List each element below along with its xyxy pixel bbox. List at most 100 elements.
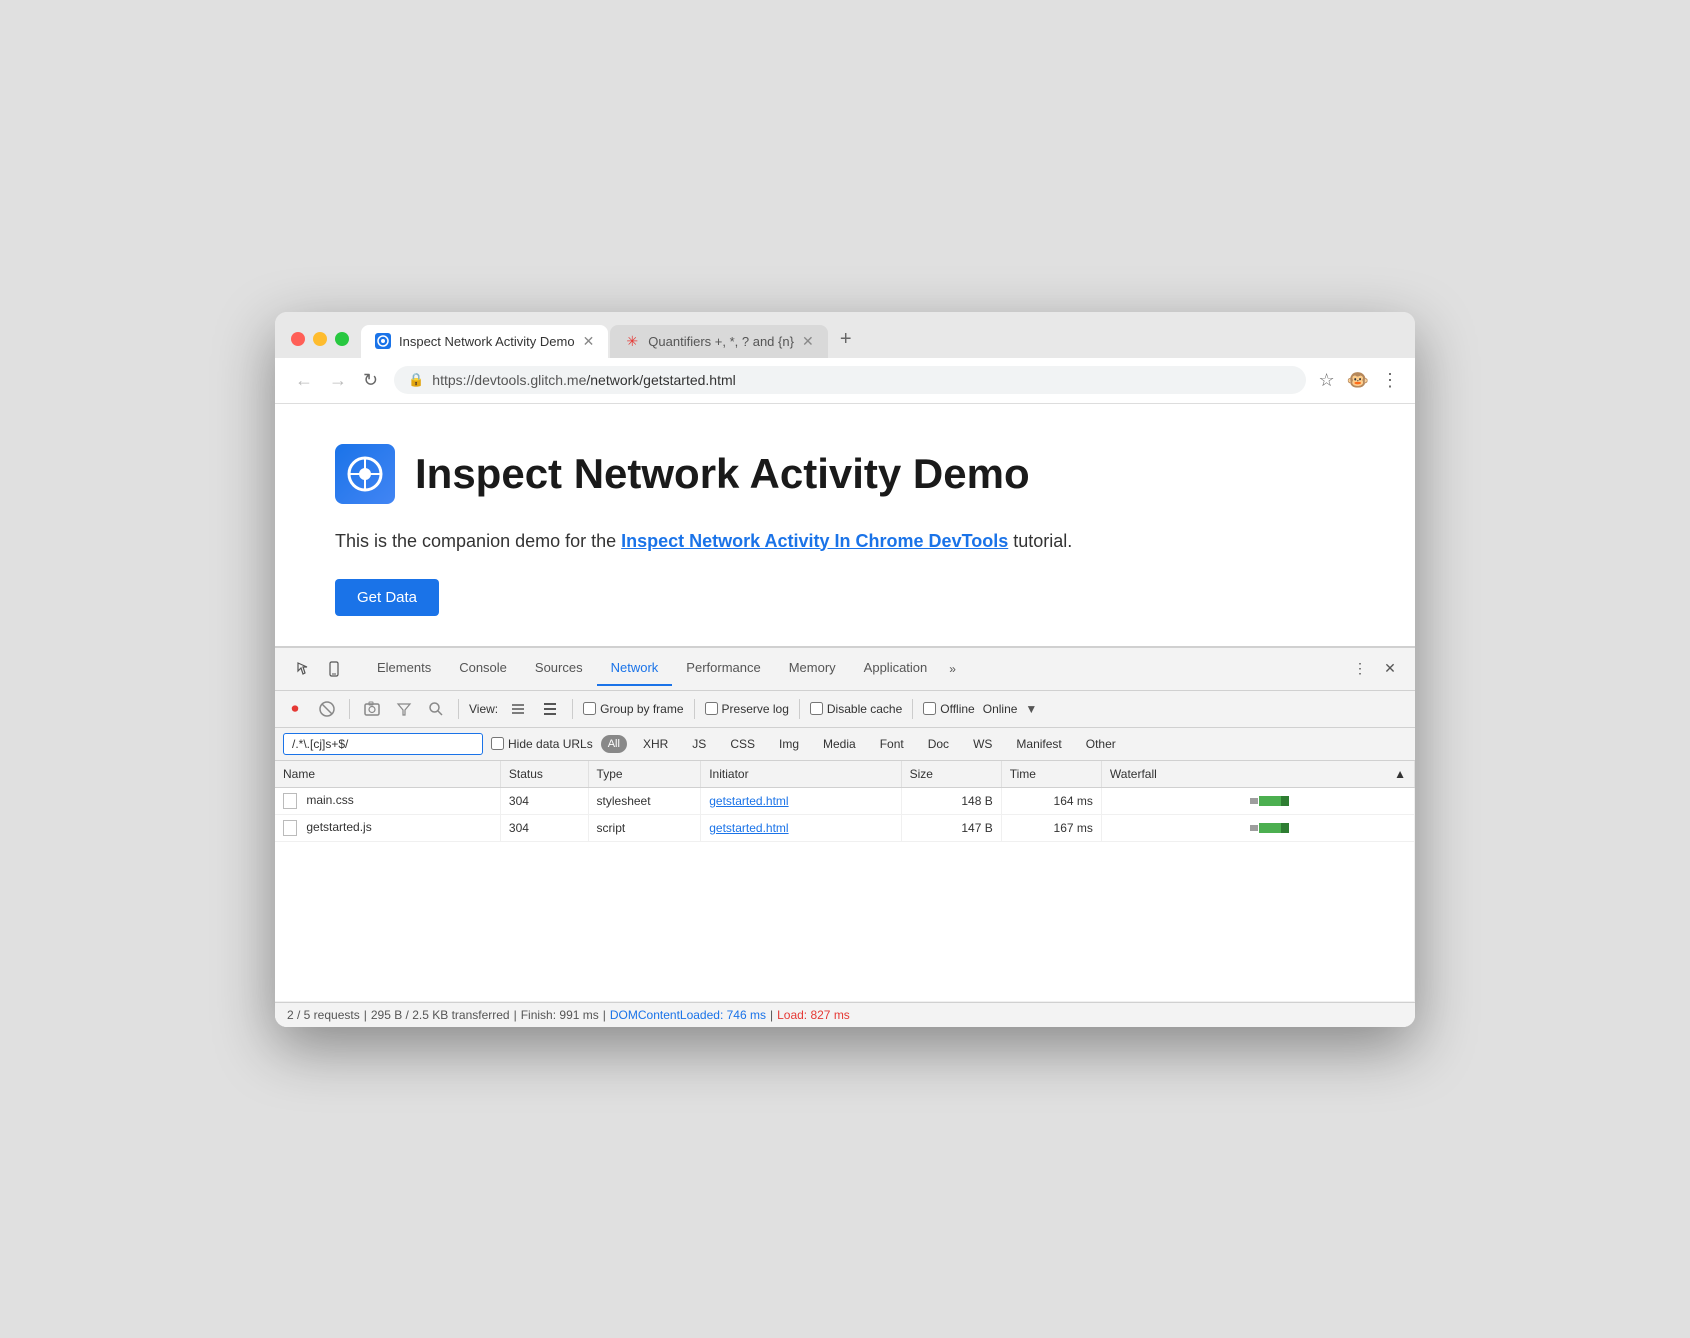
js-filter[interactable]: JS	[684, 735, 714, 753]
cell-initiator-1: getstarted.html	[701, 787, 901, 814]
forward-button[interactable]: →	[325, 366, 351, 395]
tab-inspect-network[interactable]: Inspect Network Activity Demo ✕	[361, 325, 608, 358]
hide-data-urls-checkbox-group[interactable]: Hide data URLs	[491, 737, 593, 751]
menu-icon[interactable]: ⋮	[1381, 370, 1399, 391]
css-filter[interactable]: CSS	[722, 735, 763, 753]
address-bar: ← → ↻ 🔒 https://devtools.glitch.me/netwo…	[275, 358, 1415, 404]
tab-elements[interactable]: Elements	[363, 651, 445, 686]
reload-button[interactable]: ↻	[359, 366, 382, 395]
hide-data-urls-checkbox[interactable]	[491, 737, 504, 750]
table-row[interactable]: getstarted.js 304 script getstarted.html…	[275, 814, 1415, 841]
tab-network[interactable]: Network	[597, 651, 673, 686]
img-filter[interactable]: Img	[771, 735, 807, 753]
get-data-button[interactable]: Get Data	[335, 579, 439, 616]
inspect-element-icon[interactable]	[291, 656, 317, 682]
minimize-button[interactable]	[313, 332, 327, 346]
network-table: Name Status Type Initiator Size Time Wat…	[275, 761, 1415, 1002]
tab-application[interactable]: Application	[850, 651, 942, 686]
view-label: View:	[469, 702, 498, 716]
large-rows-button[interactable]	[538, 697, 562, 721]
table-row[interactable]: main.css 304 stylesheet getstarted.html …	[275, 787, 1415, 814]
lock-icon: 🔒	[408, 372, 424, 388]
load-time: Load: 827 ms	[777, 1008, 850, 1022]
cell-initiator-2: getstarted.html	[701, 814, 901, 841]
list-view-button[interactable]	[506, 697, 530, 721]
url-bar[interactable]: 🔒 https://devtools.glitch.me/network/get…	[394, 366, 1306, 394]
new-tab-button[interactable]: +	[830, 324, 862, 356]
preserve-log-label[interactable]: Preserve log	[705, 702, 789, 716]
col-waterfall[interactable]: Waterfall ▲	[1101, 761, 1414, 788]
doc-filter[interactable]: Doc	[920, 735, 957, 753]
initiator-link-2[interactable]: getstarted.html	[709, 821, 788, 835]
devtools-menu-icon[interactable]: ⋮	[1347, 656, 1373, 682]
clear-button[interactable]	[315, 697, 339, 721]
col-status[interactable]: Status	[500, 761, 588, 788]
empty-row	[275, 841, 1415, 1001]
description-prefix: This is the companion demo for the	[335, 531, 621, 551]
browser-window: Inspect Network Activity Demo ✕ ✳ Quanti…	[275, 312, 1415, 1027]
tab1-close[interactable]: ✕	[583, 333, 595, 350]
initiator-link-1[interactable]: getstarted.html	[709, 794, 788, 808]
page-header: Inspect Network Activity Demo	[335, 444, 1355, 504]
devtools-link[interactable]: Inspect Network Activity In Chrome DevTo…	[621, 531, 1008, 551]
media-filter[interactable]: Media	[815, 735, 864, 753]
disable-cache-label[interactable]: Disable cache	[810, 702, 902, 716]
col-initiator[interactable]: Initiator	[701, 761, 901, 788]
ws-filter[interactable]: WS	[965, 735, 1000, 753]
other-filter[interactable]: Other	[1078, 735, 1124, 753]
camera-button[interactable]	[360, 697, 384, 721]
cell-waterfall-2	[1101, 814, 1414, 841]
col-time[interactable]: Time	[1001, 761, 1101, 788]
throttle-dropdown-icon[interactable]: ▼	[1025, 702, 1037, 716]
tab-performance[interactable]: Performance	[672, 651, 774, 686]
offline-checkbox[interactable]	[923, 702, 936, 715]
avatar-icon[interactable]: 🐵	[1347, 370, 1369, 391]
col-size[interactable]: Size	[901, 761, 1001, 788]
col-name[interactable]: Name	[275, 761, 500, 788]
back-button[interactable]: ←	[291, 366, 317, 395]
devtools-actions: ⋮ ✕	[1343, 652, 1407, 686]
disable-cache-checkbox[interactable]	[810, 702, 823, 715]
devtools-panel: Elements Console Sources Network Perform…	[275, 646, 1415, 1027]
preserve-log-checkbox[interactable]	[705, 702, 718, 715]
page-title: Inspect Network Activity Demo	[415, 450, 1030, 498]
title-bar: Inspect Network Activity Demo ✕ ✳ Quanti…	[275, 312, 1415, 358]
url-text: https://devtools.glitch.me/network/getst…	[432, 372, 1292, 388]
waterfall-sort-icon: ▲	[1394, 767, 1406, 781]
font-filter[interactable]: Font	[872, 735, 912, 753]
group-by-frame-checkbox[interactable]	[583, 702, 596, 715]
all-filter-badge[interactable]: All	[601, 735, 627, 753]
xhr-filter[interactable]: XHR	[635, 735, 676, 753]
cell-size-1: 148 B	[901, 787, 1001, 814]
group-by-frame-label[interactable]: Group by frame	[583, 702, 683, 716]
manifest-filter[interactable]: Manifest	[1008, 735, 1069, 753]
tab-quantifiers[interactable]: ✳ Quantifiers +, *, ? and {n} ✕	[610, 325, 827, 358]
transferred-size: 295 B / 2.5 KB transferred	[371, 1008, 510, 1022]
close-button[interactable]	[291, 332, 305, 346]
tab-memory[interactable]: Memory	[775, 651, 850, 686]
devtools-close-icon[interactable]: ✕	[1377, 656, 1403, 682]
record-button[interactable]: ⏺	[283, 697, 307, 721]
tab-console[interactable]: Console	[445, 651, 521, 686]
device-toolbar-icon[interactable]	[321, 656, 347, 682]
cell-name-2: getstarted.js	[275, 814, 500, 841]
filter-input[interactable]	[283, 733, 483, 755]
network-table-container: Name Status Type Initiator Size Time Wat…	[275, 761, 1415, 1002]
devtools-icon	[375, 333, 391, 349]
cell-status-1: 304	[500, 787, 588, 814]
browser-tabs: Inspect Network Activity Demo ✕ ✳ Quanti…	[361, 324, 862, 358]
offline-label[interactable]: Offline	[923, 702, 974, 716]
devtools-tabs: Elements Console Sources Network Perform…	[275, 648, 1415, 691]
maximize-button[interactable]	[335, 332, 349, 346]
address-bar-actions: ☆ 🐵 ⋮	[1318, 370, 1399, 391]
filter-button[interactable]	[392, 697, 416, 721]
tab2-close[interactable]: ✕	[802, 333, 814, 350]
more-tabs-button[interactable]: »	[941, 653, 964, 685]
col-type[interactable]: Type	[588, 761, 701, 788]
search-button[interactable]	[424, 697, 448, 721]
bookmark-icon[interactable]: ☆	[1318, 370, 1334, 391]
url-domain: https://devtools.glitch.me	[432, 372, 586, 388]
tab-sources[interactable]: Sources	[521, 651, 597, 686]
dom-content-loaded: DOMContentLoaded: 746 ms	[610, 1008, 766, 1022]
cell-status-2: 304	[500, 814, 588, 841]
